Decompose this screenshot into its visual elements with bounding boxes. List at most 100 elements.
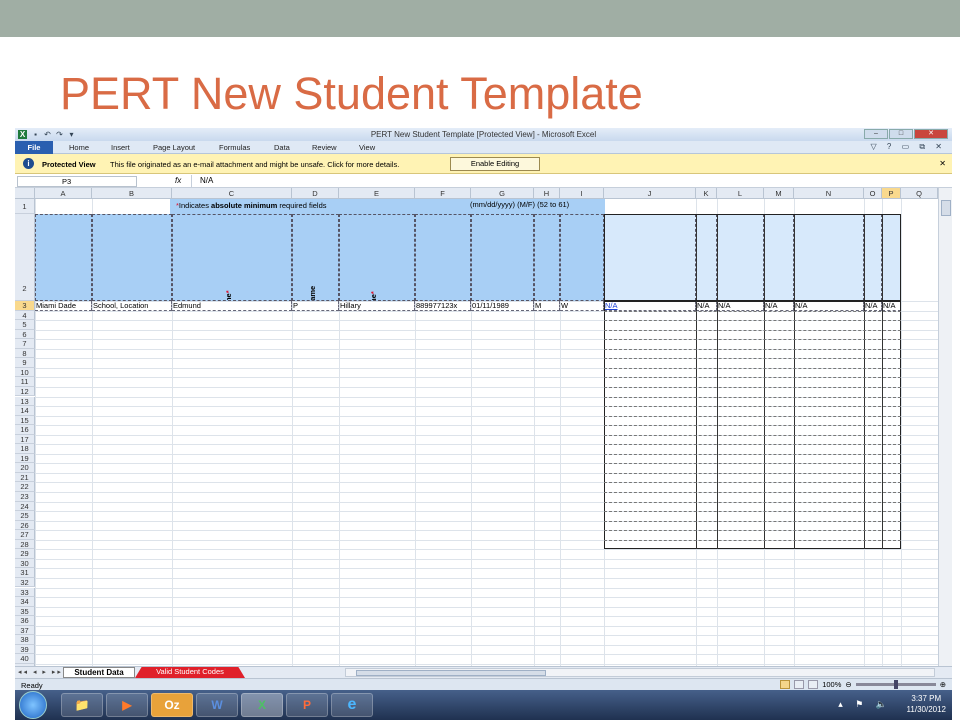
h-scroll-thumb[interactable]: [356, 670, 546, 676]
zoom-slider[interactable]: [855, 680, 936, 689]
taskbar-outlook-icon[interactable]: Oz: [151, 693, 193, 717]
column-header-l[interactable]: L: [717, 188, 764, 199]
row-header-27[interactable]: 27: [15, 530, 35, 540]
fx-icon[interactable]: fx: [175, 176, 181, 185]
cell-i3[interactable]: W: [560, 301, 604, 311]
taskbar-powerpoint-icon[interactable]: P: [286, 693, 328, 717]
cell-d3[interactable]: P: [292, 301, 339, 311]
row-header-23[interactable]: 23: [15, 492, 35, 502]
system-tray-icons[interactable]: ▴ ⚑ 🔈: [838, 699, 892, 710]
page-layout-view-icon[interactable]: [794, 680, 805, 689]
column-header-a[interactable]: A: [35, 188, 92, 199]
close-bar-icon[interactable]: ✕: [939, 159, 946, 168]
clock[interactable]: 3:37 PM 11/30/2012: [907, 693, 946, 715]
row-header-30[interactable]: 30: [15, 558, 35, 569]
row-header-9[interactable]: 9: [15, 358, 35, 368]
sheet-tab-valid-student-codes[interactable]: Valid Student Codes: [135, 667, 245, 678]
row-header-8[interactable]: 8: [15, 348, 35, 359]
cell-g3[interactable]: 01/11/1989: [471, 301, 534, 311]
normal-view-icon[interactable]: [780, 680, 791, 689]
cell-e3[interactable]: Hillary: [339, 301, 415, 311]
enable-editing-button[interactable]: Enable Editing: [450, 157, 540, 171]
worksheet-grid[interactable]: ABCDEFGHIJKLMNOPQ 1 2 3 4 5 6 7 8 9 10 11 12 13 14 15 1…: [15, 188, 938, 666]
column-header-q[interactable]: Q: [901, 188, 938, 199]
column-header-k[interactable]: K: [696, 188, 717, 199]
cell-a3[interactable]: Miami Dade: [35, 301, 92, 311]
row-header-10[interactable]: 10: [15, 367, 35, 378]
taskbar-media-icon[interactable]: ▶: [106, 693, 148, 717]
zoom-in-icon[interactable]: ⊕: [940, 680, 946, 689]
row-header-37[interactable]: 37: [15, 625, 35, 636]
vertical-scrollbar[interactable]: [938, 188, 952, 666]
tab-insert[interactable]: Insert: [111, 143, 130, 152]
cell-c3[interactable]: Edmund: [172, 301, 292, 311]
row-header-36[interactable]: 36: [15, 616, 35, 626]
column-header-i[interactable]: I: [560, 188, 604, 199]
protected-view-message[interactable]: This file originated as an e-mail attach…: [110, 160, 399, 169]
close-button[interactable]: ✕: [914, 129, 948, 139]
row-header-19[interactable]: 19: [15, 453, 35, 464]
row-header-12[interactable]: 12: [15, 386, 35, 397]
column-header-d[interactable]: D: [292, 188, 339, 199]
column-header-o[interactable]: O: [864, 188, 882, 199]
formula-input[interactable]: N/A: [191, 175, 931, 187]
row-header-21[interactable]: 21: [15, 472, 35, 483]
row-header-3[interactable]: 3: [15, 301, 35, 311]
row-header-2[interactable]: 2: [15, 214, 35, 301]
row-header-24[interactable]: 24: [15, 501, 35, 512]
tab-home[interactable]: Home: [69, 143, 89, 152]
row-header-31[interactable]: 31: [15, 568, 35, 578]
taskbar-excel-icon[interactable]: X: [241, 693, 283, 717]
taskbar-word-icon[interactable]: W: [196, 693, 238, 717]
row-header-1[interactable]: 1: [15, 199, 35, 214]
tab-review[interactable]: Review: [312, 143, 337, 152]
taskbar-ie-icon[interactable]: e: [331, 693, 373, 717]
row-header-7[interactable]: 7: [15, 339, 35, 349]
column-header-n[interactable]: N: [794, 188, 864, 199]
sheet-nav-arrows[interactable]: ◂◂ ◂ ▸ ▸▸: [18, 668, 63, 676]
row-header-13[interactable]: 13: [15, 396, 35, 407]
zoom-thumb[interactable]: [893, 680, 898, 689]
row-header-15[interactable]: 15: [15, 415, 35, 426]
row-header-11[interactable]: 11: [15, 377, 35, 387]
row-header-4[interactable]: 4: [15, 310, 35, 321]
row-header-18[interactable]: 18: [15, 444, 35, 454]
minimize-button[interactable]: –: [864, 129, 888, 139]
select-all-corner[interactable]: [15, 188, 35, 199]
row-header-40[interactable]: 40: [15, 654, 35, 664]
column-header-e[interactable]: E: [339, 188, 415, 199]
row-header-22[interactable]: 22: [15, 482, 35, 492]
start-button[interactable]: [19, 691, 47, 719]
row-header-16[interactable]: 16: [15, 425, 35, 435]
row-header-17[interactable]: 17: [15, 434, 35, 445]
row-header-6[interactable]: 6: [15, 329, 35, 340]
scroll-thumb[interactable]: [941, 200, 951, 216]
tab-file[interactable]: File: [15, 141, 53, 154]
row-header-33[interactable]: 33: [15, 587, 35, 598]
tab-data[interactable]: Data: [274, 143, 290, 152]
column-header-f[interactable]: F: [415, 188, 471, 199]
row-header-32[interactable]: 32: [15, 577, 35, 588]
column-header-h[interactable]: H: [534, 188, 560, 199]
row-header-38[interactable]: 38: [15, 635, 35, 645]
row-header-39[interactable]: 39: [15, 644, 35, 655]
sheet-tab-student-data[interactable]: Student Data: [63, 667, 135, 678]
column-header-b[interactable]: B: [92, 188, 172, 199]
row-header-29[interactable]: 29: [15, 549, 35, 559]
row-header-5[interactable]: 5: [15, 320, 35, 330]
row-header-20[interactable]: 20: [15, 463, 35, 473]
zoom-level[interactable]: 100%: [822, 680, 841, 689]
column-header-m[interactable]: M: [764, 188, 794, 199]
cell-b3[interactable]: School, Location: [92, 301, 172, 311]
ribbon-help-icons[interactable]: ▽ ? ▭ ⧉ ✕: [871, 142, 946, 152]
column-header-g[interactable]: G: [471, 188, 534, 199]
row-header-25[interactable]: 25: [15, 511, 35, 521]
taskbar-explorer-icon[interactable]: 📁: [61, 693, 103, 717]
horizontal-scrollbar[interactable]: [345, 668, 935, 677]
row-header-26[interactable]: 26: [15, 520, 35, 531]
row-header-35[interactable]: 35: [15, 606, 35, 617]
cell-h3[interactable]: M: [534, 301, 560, 311]
column-header-j[interactable]: J: [604, 188, 696, 199]
tab-formulas[interactable]: Formulas: [219, 143, 250, 152]
maximize-button[interactable]: □: [889, 129, 913, 139]
